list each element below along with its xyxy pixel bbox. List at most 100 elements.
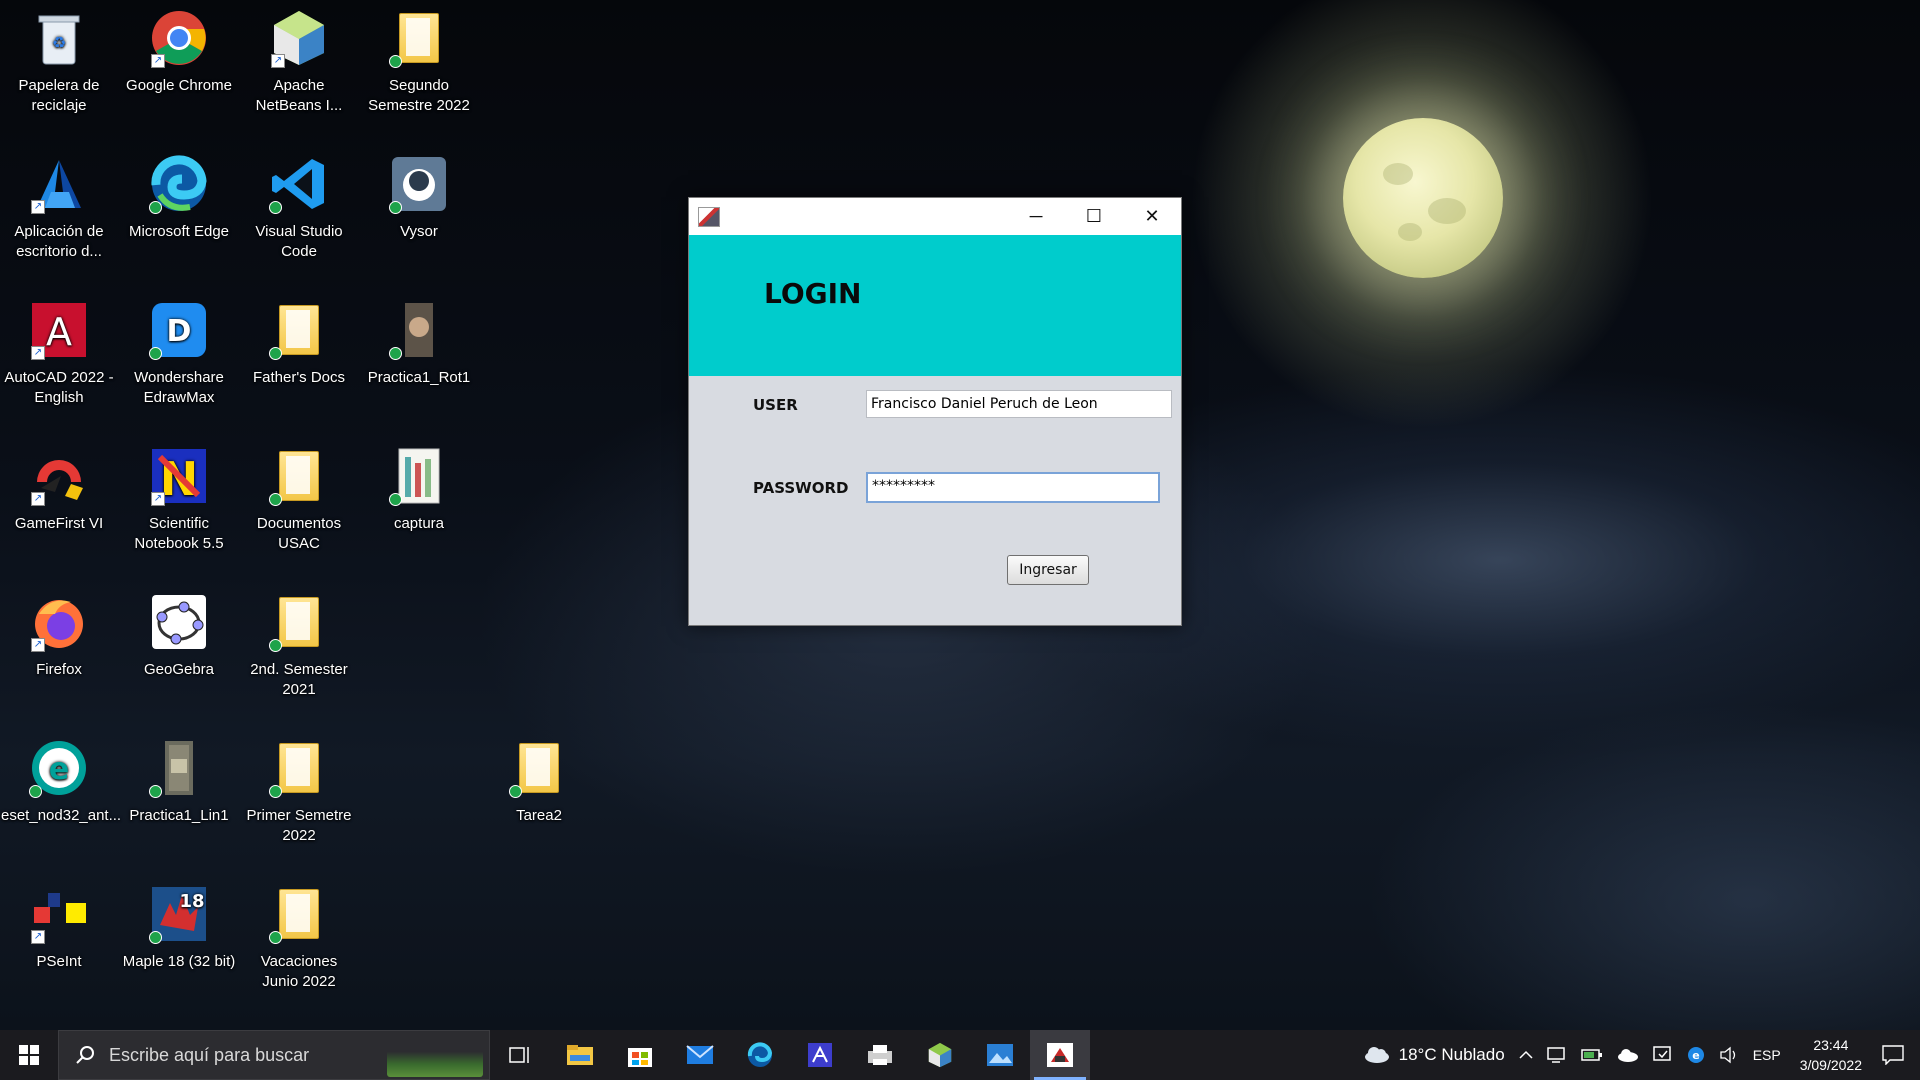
close-button[interactable]: ✕ bbox=[1123, 198, 1181, 235]
desktop-icon-label: Primer Semetre 2022 bbox=[246, 807, 352, 844]
java-app-taskbar-button[interactable] bbox=[1030, 1030, 1090, 1080]
image-file-icon bbox=[149, 738, 209, 798]
desktop-icon-tarea2[interactable]: Tarea2 bbox=[481, 738, 597, 826]
taskbar-search-box[interactable]: Escribe aquí para buscar bbox=[58, 1030, 490, 1080]
java-app-icon bbox=[1047, 1043, 1073, 1067]
desktop-icon-pseint[interactable]: ↗ PSeInt bbox=[1, 884, 117, 972]
eset-tray-icon[interactable]: e bbox=[1687, 1046, 1705, 1064]
desktop-icon-vscode[interactable]: Visual Studio Code bbox=[241, 154, 357, 262]
desktop-icon-vacaciones-junio-2022[interactable]: Vacaciones Junio 2022 bbox=[241, 884, 357, 992]
desktop-icon-label: Segundo Semestre 2022 bbox=[368, 77, 470, 114]
desktop-icon-primer-semetre-2022[interactable]: Primer Semetre 2022 bbox=[241, 738, 357, 846]
folder-icon bbox=[389, 8, 449, 68]
photos-icon[interactable] bbox=[970, 1030, 1030, 1080]
desktop-icon-label: Vysor bbox=[400, 223, 438, 240]
eset-icon: e bbox=[29, 738, 89, 798]
file-explorer-icon[interactable] bbox=[550, 1030, 610, 1080]
desktop-icon-gamefirst[interactable]: ↗ GameFirst VI bbox=[1, 446, 117, 534]
desktop-icon-documentos-usac[interactable]: Documentos USAC bbox=[241, 446, 357, 554]
taskbar-clock[interactable]: 23:44 3/09/2022 bbox=[1800, 1035, 1862, 1075]
weather-text: 18°C Nublado bbox=[1398, 1045, 1505, 1064]
folder-icon bbox=[269, 300, 329, 360]
folder-icon bbox=[269, 738, 329, 798]
network-icon[interactable] bbox=[1546, 1046, 1567, 1064]
display-icon[interactable] bbox=[1652, 1046, 1673, 1064]
azure-icon: ↗ bbox=[29, 154, 89, 214]
notifications-icon[interactable] bbox=[1882, 1045, 1904, 1065]
edge-icon[interactable] bbox=[730, 1030, 790, 1080]
search-placeholder: Escribe aquí para buscar bbox=[109, 1044, 310, 1065]
system-tray: 18°C Nublado e ESP 23:44 3/09/2022 bbox=[1356, 1030, 1920, 1080]
taskbar: Escribe aquí para buscar 18°C Nublado e … bbox=[0, 1030, 1920, 1080]
desktop-icon-autocad[interactable]: A ↗ AutoCAD 2022 - English bbox=[1, 300, 117, 408]
password-label: PASSWORD bbox=[753, 479, 849, 497]
visual-studio-icon[interactable] bbox=[790, 1030, 850, 1080]
folder-icon bbox=[509, 738, 569, 798]
desktop-icon-segundo-semestre-2022[interactable]: Segundo Semestre 2022 bbox=[361, 8, 477, 116]
desktop-icon-azure[interactable]: ↗ Aplicación de escritorio d... bbox=[1, 154, 117, 262]
gamefirst-icon: ↗ bbox=[29, 446, 89, 506]
desktop-icon-practica1-lin1[interactable]: Practica1_Lin1 bbox=[121, 738, 237, 826]
desktop-icon-netbeans[interactable]: ↗ Apache NetBeans I... bbox=[241, 8, 357, 116]
microsoft-store-icon[interactable] bbox=[610, 1030, 670, 1080]
language-indicator[interactable]: ESP bbox=[1753, 1047, 1781, 1063]
svg-text:D: D bbox=[167, 314, 192, 349]
clock-time: 23:44 bbox=[1813, 1037, 1849, 1053]
login-window: ─ ☐ ✕ LOGIN USER Francisco Daniel Peruch… bbox=[688, 197, 1182, 626]
desktop-icon-eset[interactable]: e eset_nod32_ant... bbox=[1, 738, 121, 826]
password-input[interactable]: ********* bbox=[866, 472, 1160, 503]
chrome-icon: ↗ bbox=[149, 8, 209, 68]
image-file-icon bbox=[389, 446, 449, 506]
desktop-icon-label: Practica1_Rot1 bbox=[367, 369, 471, 386]
desktop-icon-firefox[interactable]: ↗ Firefox bbox=[1, 592, 117, 680]
window-titlebar[interactable]: ─ ☐ ✕ bbox=[689, 198, 1181, 235]
desktop-icon-fathers-docs[interactable]: Father's Docs bbox=[241, 300, 357, 388]
edge-icon bbox=[149, 154, 209, 214]
desktop-icon-label: Visual Studio Code bbox=[255, 223, 343, 260]
minimize-button[interactable]: ─ bbox=[1007, 198, 1065, 235]
desktop-icon-label: Papelera de reciclaje bbox=[18, 77, 100, 114]
folder-icon bbox=[269, 446, 329, 506]
desktop-icon-edge[interactable]: Microsoft Edge bbox=[121, 154, 237, 242]
desktop-icon-chrome[interactable]: ↗ Google Chrome bbox=[121, 8, 237, 96]
desktop-icon-geogebra[interactable]: GeoGebra bbox=[121, 592, 237, 680]
task-view-icon[interactable] bbox=[490, 1030, 550, 1080]
maximize-button[interactable]: ☐ bbox=[1065, 198, 1123, 235]
battery-icon[interactable] bbox=[1580, 1047, 1603, 1063]
volume-icon[interactable] bbox=[1719, 1046, 1739, 1064]
pseint-icon: ↗ bbox=[29, 884, 89, 944]
user-input[interactable]: Francisco Daniel Peruch de Leon bbox=[866, 390, 1172, 418]
desktop-icon-vysor[interactable]: Vysor bbox=[361, 154, 477, 242]
desktop-icon-label: Firefox bbox=[36, 661, 82, 678]
svg-text:A: A bbox=[46, 310, 72, 354]
netbeans-icon: ↗ bbox=[269, 8, 329, 68]
desktop-icon-practica1-rot1[interactable]: Practica1_Rot1 bbox=[361, 300, 477, 388]
netbeans-icon[interactable] bbox=[910, 1030, 970, 1080]
ingresar-button[interactable]: Ingresar bbox=[1007, 555, 1089, 585]
edrawmax-icon: D bbox=[149, 300, 209, 360]
desktop-icon-label: Practica1_Lin1 bbox=[129, 807, 229, 824]
recycle-bin-icon: ♻ bbox=[29, 8, 89, 68]
show-hidden-icons-chevron-icon[interactable] bbox=[1519, 1050, 1533, 1060]
desktop-icon-recycle-bin[interactable]: ♻ Papelera de reciclaje bbox=[1, 8, 117, 116]
desktop-icon-label: Tarea2 bbox=[516, 807, 562, 824]
printer-icon[interactable] bbox=[850, 1030, 910, 1080]
svg-text:♻: ♻ bbox=[52, 35, 66, 52]
weather-widget[interactable]: 18°C Nublado bbox=[1363, 1045, 1505, 1065]
maple-icon: 18 bbox=[149, 884, 209, 944]
mail-icon[interactable] bbox=[670, 1030, 730, 1080]
onedrive-icon[interactable] bbox=[1617, 1048, 1639, 1062]
image-file-icon bbox=[389, 300, 449, 360]
desktop-icon-edrawmax[interactable]: D Wondershare EdrawMax bbox=[121, 300, 237, 408]
desktop-icon-maple[interactable]: 18 Maple 18 (32 bit) bbox=[121, 884, 237, 972]
wallpaper-moon bbox=[1343, 118, 1503, 278]
desktop-icon-2nd-semester-2021[interactable]: 2nd. Semester 2021 bbox=[241, 592, 357, 700]
desktop-icon-label: GeoGebra bbox=[143, 661, 215, 678]
svg-text:e: e bbox=[49, 752, 69, 787]
desktop-icon-captura[interactable]: captura bbox=[361, 446, 477, 534]
desktop-icon-scientific-notebook[interactable]: N ↗ Scientific Notebook 5.5 bbox=[121, 446, 237, 554]
start-button[interactable] bbox=[0, 1030, 58, 1080]
svg-text:e: e bbox=[1692, 1049, 1699, 1062]
folder-icon bbox=[269, 592, 329, 652]
desktop-icon-label: Google Chrome bbox=[126, 77, 232, 94]
